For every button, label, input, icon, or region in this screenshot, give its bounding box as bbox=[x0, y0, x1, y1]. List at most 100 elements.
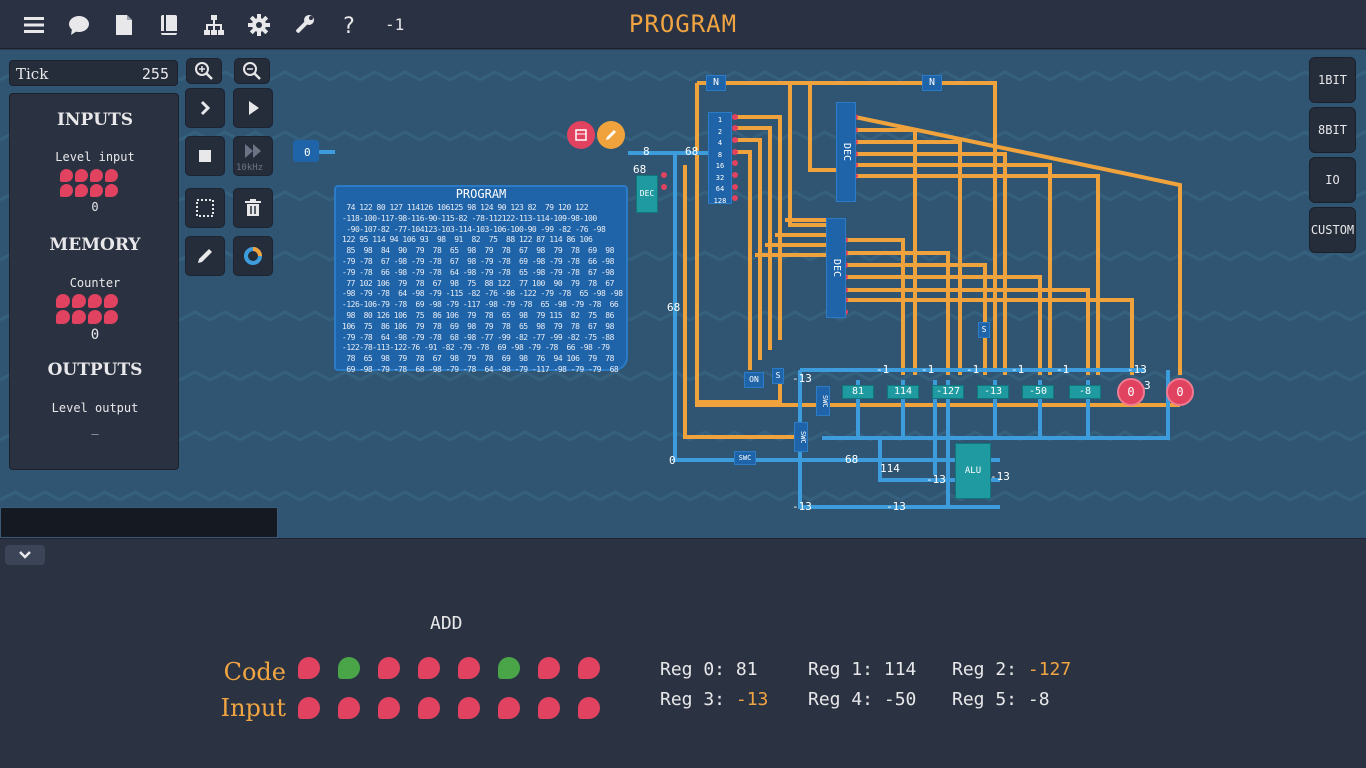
memory-bit bbox=[88, 310, 102, 324]
input-value-label: 0 bbox=[304, 146, 311, 159]
output-name: Level output bbox=[51, 401, 139, 415]
counter-component[interactable]: 0 bbox=[1166, 378, 1194, 406]
input-bit[interactable] bbox=[378, 697, 400, 719]
input-label: Input bbox=[220, 694, 286, 722]
pencil-button[interactable] bbox=[185, 236, 225, 276]
bit-label: 32 bbox=[715, 173, 725, 182]
program-row: -98 -79 -78 64 -98 -79 -115 -82 -76 -98 … bbox=[342, 289, 623, 299]
bit-label: 4 bbox=[717, 139, 723, 147]
input-bit[interactable] bbox=[538, 697, 560, 719]
outputs-heading: OUTPUTS bbox=[47, 360, 143, 380]
input-bit bbox=[105, 184, 118, 197]
s-component[interactable]: S bbox=[772, 368, 784, 384]
program-row: 122 95 114 94 106 93 98 91 82 75 88 122 … bbox=[342, 235, 593, 245]
wire-label: -1 bbox=[1011, 363, 1025, 376]
register-0[interactable]: 81 bbox=[842, 385, 874, 399]
register-3[interactable]: -13 bbox=[977, 385, 1009, 399]
pencil-icon bbox=[198, 249, 212, 263]
not-gate-component[interactable]: N bbox=[922, 75, 942, 91]
memory-bit bbox=[104, 294, 118, 308]
wire-label: -13 bbox=[886, 500, 906, 513]
zoom-out-button[interactable] bbox=[234, 58, 270, 84]
wire-label: -1 bbox=[876, 363, 890, 376]
input-bit[interactable] bbox=[298, 697, 320, 719]
input-bit[interactable] bbox=[578, 697, 600, 719]
input-bit bbox=[60, 184, 73, 197]
decoder-component[interactable]: DEC bbox=[636, 175, 658, 213]
bit-label: 8 bbox=[717, 150, 723, 159]
input-bit[interactable] bbox=[458, 697, 480, 719]
register-value: 114 bbox=[883, 659, 917, 680]
decoder-component[interactable]: DEC bbox=[836, 102, 856, 202]
s-component[interactable]: S bbox=[978, 322, 990, 338]
register-label: Reg 0: bbox=[660, 659, 736, 680]
register-value: -13 bbox=[735, 689, 769, 710]
register-4[interactable]: -50 bbox=[1022, 385, 1054, 399]
memory-bit bbox=[72, 294, 86, 308]
not-gate-component[interactable]: N bbox=[706, 75, 726, 91]
memory-bit bbox=[88, 294, 102, 308]
program-row: 78 65 98 79 78 67 98 79 78 69 98 76 94 1… bbox=[342, 354, 614, 364]
code-bit[interactable] bbox=[538, 657, 560, 679]
wire-label: 114 bbox=[880, 462, 900, 475]
register-value: -50 bbox=[883, 689, 917, 710]
switch-component[interactable]: SWC bbox=[794, 422, 808, 452]
top-bar: ? -1 PROGRAM bbox=[0, 0, 1366, 49]
output-value: _ bbox=[91, 421, 99, 435]
register-readout-4: Reg 4: -50 bbox=[808, 689, 916, 710]
input-name: Level input bbox=[55, 150, 135, 164]
register-readout-0: Reg 0: 81 bbox=[660, 659, 758, 680]
select-button[interactable] bbox=[185, 188, 225, 228]
register-2[interactable]: -127 bbox=[932, 385, 964, 399]
page-title: PROGRAM bbox=[628, 10, 738, 38]
code-bit[interactable] bbox=[418, 657, 440, 679]
on-component[interactable]: ON bbox=[744, 372, 764, 388]
program-window[interactable]: PROGRAM 74 122 80 127 114126 106125 98 1… bbox=[334, 185, 628, 374]
component-tab-1bit[interactable]: 1BIT bbox=[1309, 57, 1356, 103]
input-bit bbox=[90, 184, 103, 197]
collapse-button[interactable] bbox=[5, 545, 45, 565]
switch-component[interactable]: SWC bbox=[734, 451, 756, 465]
register-readout-2: Reg 2: -127 bbox=[952, 659, 1071, 680]
component-tab-custom[interactable]: CUSTOM bbox=[1309, 207, 1356, 253]
program-row: -122-78-113-122-76 -91 -82 -79 -78 69 -9… bbox=[342, 343, 610, 353]
chevron-right-icon bbox=[200, 100, 211, 116]
program-row: 77 102 106 79 78 67 98 75 88 122 77 100 … bbox=[342, 278, 614, 288]
input-bit[interactable] bbox=[418, 697, 440, 719]
code-bit[interactable] bbox=[338, 657, 360, 679]
register-1[interactable]: 114 bbox=[887, 385, 919, 399]
decoder-component[interactable]: DEC bbox=[826, 218, 846, 318]
program-row: 106 75 86 106 79 78 69 98 79 78 65 98 79… bbox=[342, 321, 614, 331]
code-bit[interactable] bbox=[458, 657, 480, 679]
tick-counter: Tick 255 bbox=[9, 60, 178, 86]
counter-component[interactable]: 0 bbox=[1117, 378, 1145, 406]
code-bit[interactable] bbox=[498, 657, 520, 679]
input-bit[interactable] bbox=[498, 697, 520, 719]
byte-splitter-component[interactable]: 1 2 4 8 16 32 64 128 bbox=[708, 112, 732, 205]
alu-component[interactable]: ALU bbox=[955, 443, 991, 499]
stop-button[interactable] bbox=[185, 136, 225, 176]
component-tab-io[interactable]: IO bbox=[1309, 157, 1356, 203]
color-button[interactable] bbox=[233, 236, 273, 276]
code-bit[interactable] bbox=[378, 657, 400, 679]
input-bit[interactable] bbox=[338, 697, 360, 719]
wire-label: -13 bbox=[926, 473, 946, 486]
delete-program-button[interactable] bbox=[567, 121, 595, 149]
play-button[interactable] bbox=[233, 88, 273, 128]
zoom-in-button[interactable] bbox=[186, 58, 222, 84]
delete-button[interactable] bbox=[233, 188, 273, 228]
input-bits bbox=[60, 169, 118, 197]
edit-program-button[interactable] bbox=[597, 121, 625, 149]
memory-bit bbox=[56, 310, 70, 324]
code-bit[interactable] bbox=[298, 657, 320, 679]
register-5[interactable]: -8 bbox=[1069, 385, 1101, 399]
code-bit[interactable] bbox=[578, 657, 600, 679]
program-title: PROGRAM bbox=[455, 187, 507, 201]
program-row: 74 122 80 127 114126 106125 98 124 90 12… bbox=[342, 203, 589, 212]
component-tab-8bit[interactable]: 8BIT bbox=[1309, 107, 1356, 153]
bit-label: 128 bbox=[713, 196, 727, 205]
switch-component[interactable]: SWC bbox=[816, 386, 830, 416]
wire-label: -13 bbox=[792, 372, 812, 385]
step-button[interactable] bbox=[185, 88, 225, 128]
program-row: -79 -78 67 -98 -79 -78 67 98 -79 -78 69 … bbox=[342, 256, 614, 266]
